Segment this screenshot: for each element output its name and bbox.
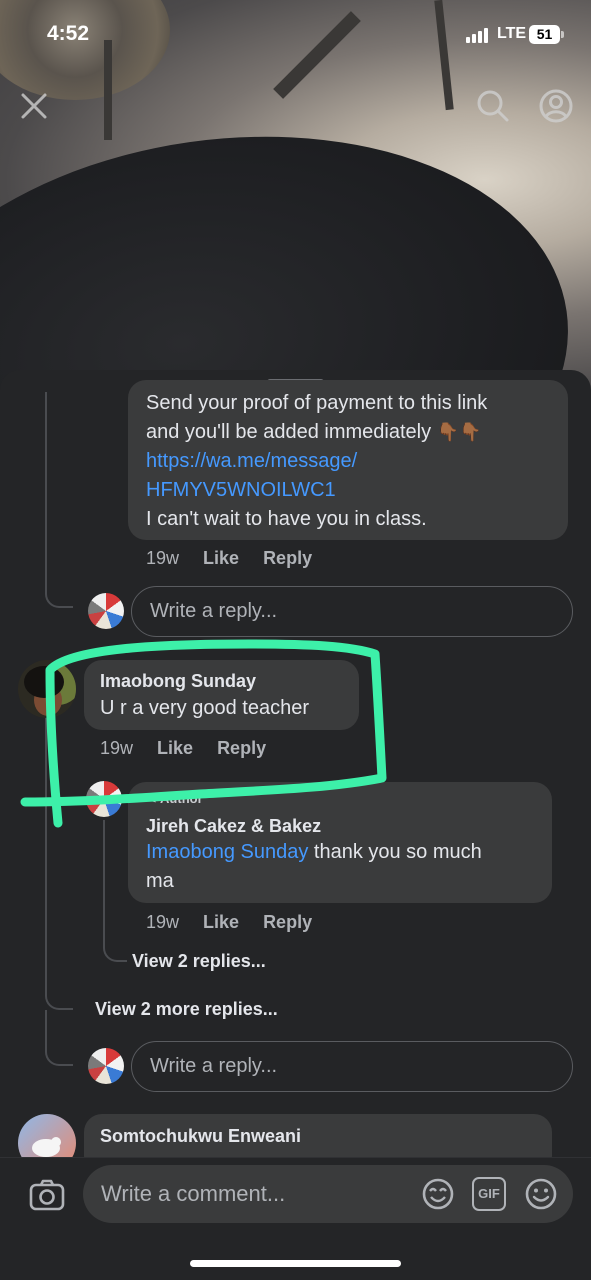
reply-button[interactable]: Reply bbox=[217, 738, 266, 759]
mention-link[interactable]: Imaobong Sunday bbox=[146, 841, 308, 863]
reply-text-line: and you'll be added immediately bbox=[146, 421, 432, 443]
reply-input[interactable]: Write a reply... bbox=[131, 1041, 573, 1092]
thread-line bbox=[103, 820, 105, 942]
thread-connector bbox=[45, 988, 73, 1010]
user-avatar bbox=[88, 593, 124, 629]
commenter-avatar[interactable] bbox=[18, 660, 76, 718]
comment-actions: 19w Like Reply bbox=[100, 738, 266, 759]
camera-icon[interactable] bbox=[28, 1176, 66, 1214]
whatsapp-link[interactable]: https://wa.me/message/ bbox=[146, 447, 566, 476]
close-icon[interactable] bbox=[16, 88, 52, 124]
signal-icon bbox=[466, 28, 488, 43]
reply-button[interactable]: Reply bbox=[263, 912, 312, 933]
reply-text-cont: ma bbox=[146, 870, 174, 892]
reply-timestamp: 19w bbox=[146, 912, 180, 932]
comment-timestamp: 19w bbox=[100, 738, 134, 758]
stove-grate-rod bbox=[104, 40, 112, 140]
thread-line bbox=[45, 392, 47, 592]
author-badge: ✎ Author bbox=[146, 791, 203, 807]
whatsapp-link-cont[interactable]: HFMYV5WNOILWC1 bbox=[146, 476, 566, 505]
frying-pan bbox=[0, 93, 591, 400]
home-indicator[interactable] bbox=[190, 1260, 401, 1267]
gif-button[interactable]: GIF bbox=[472, 1177, 506, 1211]
profile-icon[interactable] bbox=[538, 88, 574, 124]
author-reply-bubble[interactable]: ✎ Author Jireh Cakez & Bakez Imaobong Su… bbox=[128, 782, 552, 903]
video-background[interactable] bbox=[0, 0, 591, 400]
status-time: 4:52 bbox=[47, 22, 90, 45]
thread-line bbox=[45, 690, 47, 990]
comment-text: U r a very good teacher bbox=[100, 697, 309, 719]
stove-grate-rod bbox=[434, 0, 454, 111]
author-reply-actions: 19w Like Reply bbox=[146, 912, 312, 933]
reply-timestamp: 19w bbox=[146, 548, 180, 568]
battery-icon: 51 bbox=[529, 25, 560, 44]
stove-burner bbox=[0, 0, 170, 100]
like-button[interactable]: Like bbox=[203, 912, 239, 933]
like-button[interactable]: Like bbox=[157, 738, 193, 759]
reply-bubble[interactable]: Send your proof of payment to this link … bbox=[128, 380, 568, 540]
like-button[interactable]: Like bbox=[203, 548, 239, 569]
comment-bubble[interactable]: Imaobong Sunday U r a very good teacher bbox=[84, 660, 359, 730]
network-type: LTE bbox=[497, 25, 527, 42]
reply-input[interactable]: Write a reply... bbox=[131, 586, 573, 637]
reply-author[interactable]: Jireh Cakez & Bakez bbox=[146, 816, 321, 837]
sticker-icon[interactable] bbox=[421, 1177, 455, 1211]
reply-text-line: I can't wait to have you in class. bbox=[146, 508, 427, 530]
pan-handle-shadow bbox=[273, 11, 361, 99]
view-more-replies-link[interactable]: View 2 more replies... bbox=[95, 999, 278, 1020]
author-badge-icon: ✎ bbox=[146, 791, 157, 806]
reply-actions: 19w Like Reply bbox=[146, 548, 312, 569]
comment-author[interactable]: Somtochukwu Enweani bbox=[100, 1126, 301, 1147]
reply-button[interactable]: Reply bbox=[263, 548, 312, 569]
user-avatar bbox=[88, 1048, 124, 1084]
reply-text-line: Send your proof of payment to this link bbox=[146, 392, 488, 414]
author-badge-label: Author bbox=[160, 791, 203, 806]
search-icon[interactable] bbox=[475, 88, 511, 124]
reply-text: thank you so much bbox=[308, 841, 482, 863]
comment-author[interactable]: Imaobong Sunday bbox=[100, 671, 256, 692]
thread-line bbox=[45, 1010, 47, 1050]
pointing-down-emoji: 👇🏾👇🏾 bbox=[436, 422, 482, 442]
battery-tip bbox=[561, 31, 564, 38]
author-avatar[interactable] bbox=[86, 781, 122, 817]
emoji-icon[interactable] bbox=[524, 1177, 558, 1211]
view-replies-link[interactable]: View 2 replies... bbox=[132, 951, 266, 972]
